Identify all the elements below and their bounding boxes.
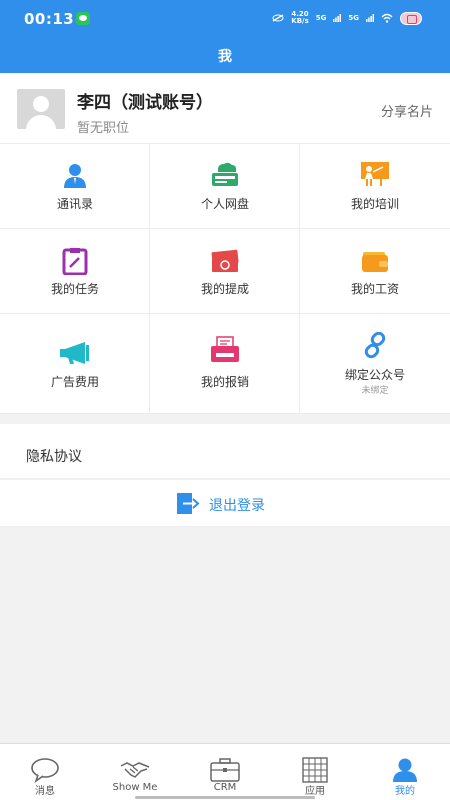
grid-item-salary[interactable]: 我的工资	[300, 229, 450, 314]
tab-label: 应用	[305, 786, 325, 797]
grid-item-ad-cost[interactable]: 广告费用	[0, 314, 150, 414]
link-icon	[364, 332, 386, 359]
feature-grid: 通讯录 个人网盘 我的培训 我的任务 我的提成 我的工资 广告费用 我的报销 绑…	[0, 143, 450, 414]
grid-item-cloud-drive[interactable]: 个人网盘	[150, 144, 300, 229]
grid-item-label: 我的工资	[350, 282, 399, 296]
top-bar: 00:13 4.20 KB/s 5G 5G 我	[0, 0, 450, 73]
grid-item-training[interactable]: 我的培训	[300, 144, 450, 229]
signal-bars-icon	[333, 14, 342, 22]
grid-apps-icon	[302, 757, 328, 783]
net-speed-unit: KB/s	[291, 17, 309, 25]
tab-label: Show Me	[112, 782, 158, 793]
reimbursement-icon	[211, 336, 239, 362]
profile-job: 暂无职位	[77, 121, 130, 136]
battery-icon	[400, 11, 422, 25]
profile-card[interactable]: 李四（测试账号） 暂无职位 分享名片	[0, 73, 450, 143]
grid-item-commission[interactable]: 我的提成	[150, 229, 300, 314]
logout-icon	[177, 493, 200, 514]
system-icons: 4.20 KB/s 5G 5G	[272, 11, 422, 25]
page-title: 我	[218, 49, 232, 65]
contacts-icon	[64, 164, 86, 188]
commission-icon	[211, 249, 239, 272]
grid-item-reimbursement[interactable]: 我的报销	[150, 314, 300, 414]
link-status-icon	[272, 14, 284, 22]
avatar[interactable]	[17, 89, 65, 129]
privacy-policy-label: 隐私协议	[26, 449, 82, 465]
grid-item-sublabel: 未绑定	[361, 386, 389, 396]
grid-item-label: 我的培训	[350, 197, 399, 211]
profile-name: 李四（测试账号）	[77, 93, 213, 113]
person-icon	[393, 758, 417, 782]
tab-label: 消息	[35, 786, 55, 797]
wifi-icon	[381, 13, 393, 23]
home-indicator	[135, 796, 315, 799]
wallet-icon	[362, 252, 388, 272]
tab-messages[interactable]: 消息	[0, 744, 90, 800]
megaphone-icon	[60, 342, 89, 364]
task-icon	[62, 248, 88, 275]
grid-item-bind-official-account[interactable]: 绑定公众号 未绑定	[300, 314, 450, 414]
briefcase-icon	[210, 758, 240, 782]
grid-item-task[interactable]: 我的任务	[0, 229, 150, 314]
share-card-button[interactable]: 分享名片	[381, 101, 433, 120]
training-icon	[361, 162, 389, 186]
grid-item-label: 我的报销	[200, 375, 249, 389]
signal-2: 5G	[348, 14, 359, 22]
grid-item-label: 通讯录	[56, 197, 93, 211]
chat-bubble-icon	[31, 758, 59, 783]
grid-item-contacts[interactable]: 通讯录	[0, 144, 150, 229]
grid-item-label: 广告费用	[50, 375, 99, 389]
logout-button[interactable]: 退出登录	[0, 480, 450, 527]
tab-crm[interactable]: CRM	[180, 744, 270, 800]
signal-bars-icon	[366, 14, 374, 22]
grid-item-label: 绑定公众号	[344, 368, 405, 382]
tab-label: 我的	[395, 786, 415, 797]
net-speed: 4.20 KB/s	[291, 11, 308, 25]
status-time: 00:13	[24, 10, 75, 28]
logout-label: 退出登录	[209, 498, 265, 514]
tab-apps[interactable]: 应用	[270, 744, 360, 800]
tab-mine[interactable]: 我的	[360, 744, 450, 800]
wechat-notification-icon	[76, 12, 90, 25]
grid-item-label: 我的任务	[50, 282, 99, 296]
grid-item-label: 个人网盘	[200, 197, 249, 211]
cloud-drive-icon	[212, 162, 238, 186]
grid-item-label: 我的提成	[200, 282, 249, 296]
tab-label: CRM	[213, 782, 237, 793]
tab-show-me[interactable]: Show Me	[90, 744, 180, 800]
handshake-icon	[120, 762, 150, 778]
privacy-policy-item[interactable]: 隐私协议	[0, 424, 450, 479]
signal-1: 5G	[315, 14, 327, 22]
bottom-tab-bar: 消息 Show Me CRM 应用 我的	[0, 743, 450, 800]
status-bar: 00:13 4.20 KB/s 5G 5G	[0, 0, 450, 38]
